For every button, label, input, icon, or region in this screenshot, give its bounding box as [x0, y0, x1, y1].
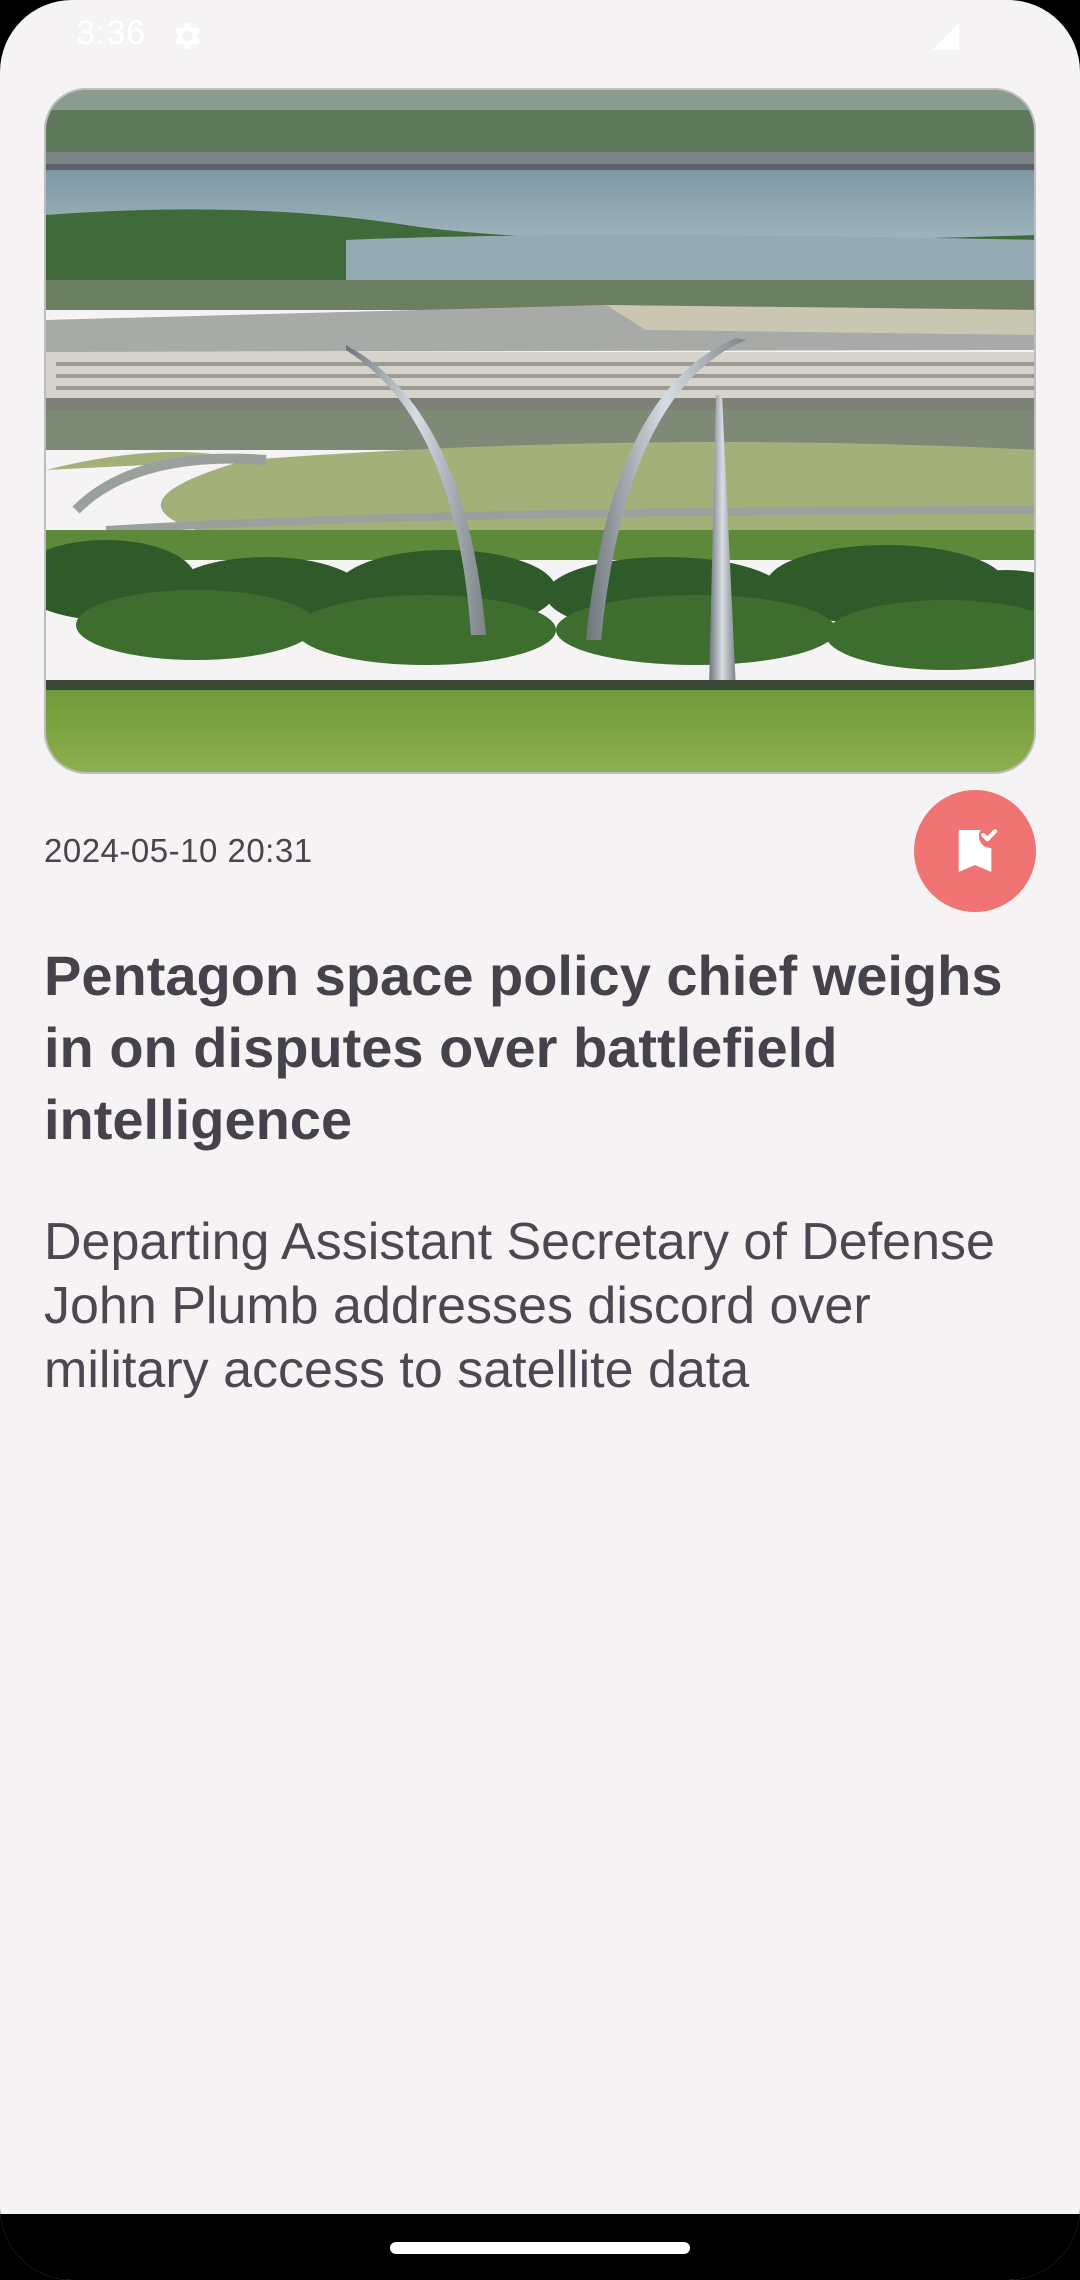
article-timestamp: 2024-05-10 20:31 — [44, 832, 313, 869]
bookmark-button[interactable] — [914, 790, 1036, 912]
navigation-bar — [0, 2214, 1080, 2280]
settings-gear-icon — [174, 22, 201, 50]
home-gesture-handle[interactable] — [390, 2242, 690, 2254]
status-bar: 3:36 — [0, 0, 1080, 72]
bookmark-check-icon — [958, 829, 998, 872]
status-time: 3:36 — [76, 14, 147, 52]
article-hero-image[interactable] — [44, 88, 1036, 774]
app-screen: 3:36 2024-05-10 20:31 Pentagon space pol… — [0, 0, 1080, 2280]
article-title: Pentagon space policy chief weighs in on… — [44, 944, 1003, 1151]
cell-signal-icon — [932, 22, 960, 50]
aerial-photo — [46, 90, 1034, 772]
article-summary: Departing Assistant Secretary of Defense… — [44, 1213, 995, 1399]
